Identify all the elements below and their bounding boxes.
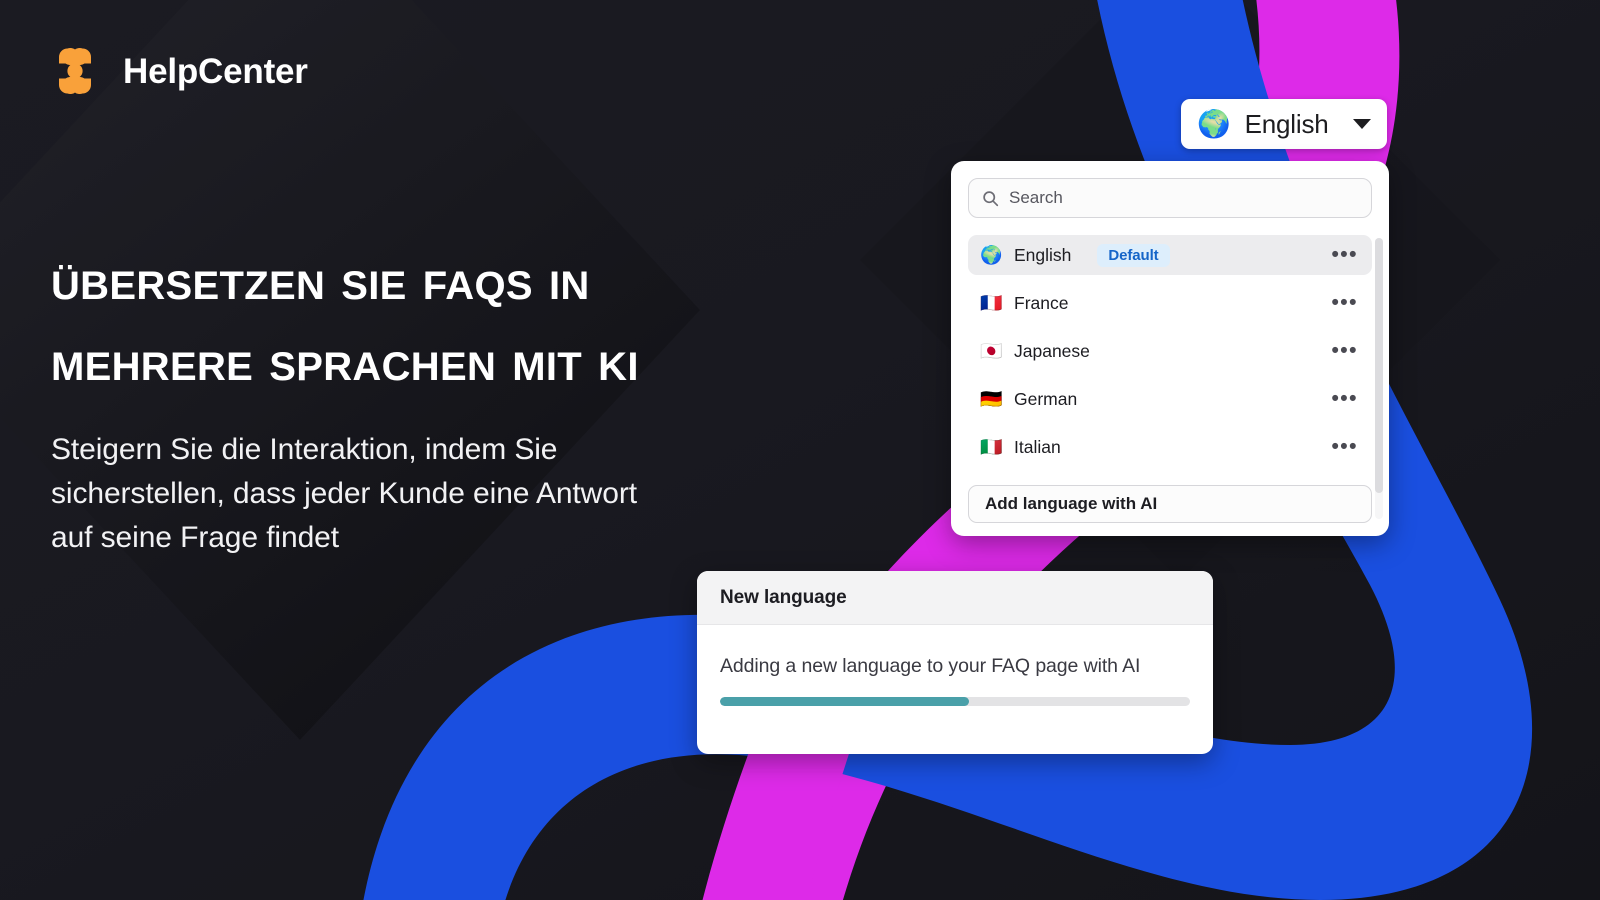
more-options-icon[interactable]: ••• (1331, 244, 1358, 264)
globe-icon: 🌍 (1197, 108, 1231, 139)
scrollbar-thumb[interactable] (1375, 238, 1383, 493)
language-name: France (1014, 292, 1069, 313)
add-language-label: Add language with AI (985, 494, 1158, 513)
search-placeholder: Search (1009, 188, 1063, 207)
progress-bar-fill (720, 697, 970, 706)
language-dropdown-panel: Search 🌍 English Default ••• 🇫🇷 France •… (951, 161, 1389, 536)
language-selector-label: English (1244, 108, 1329, 139)
language-row-japanese[interactable]: 🇯🇵 Japanese ••• (968, 331, 1372, 371)
language-selector-button[interactable]: 🌍 English (1181, 99, 1387, 149)
language-name: German (1014, 388, 1078, 409)
language-row-german[interactable]: 🇩🇪 German ••• (968, 379, 1372, 419)
page-subtitle: Steigern Sie die Interaktion, indem Sie … (51, 432, 637, 555)
language-name: Italian (1014, 436, 1061, 457)
language-row-italian[interactable]: 🇮🇹 Italian ••• (968, 427, 1372, 467)
language-list: 🌍 English Default ••• 🇫🇷 France ••• 🇯🇵 J… (968, 235, 1372, 480)
modal-body: Adding a new language to your FAQ page w… (697, 625, 1213, 706)
status-badge: Default (1097, 243, 1170, 267)
flag-italy-icon: 🇮🇹 (980, 437, 1003, 457)
hero-copy: Übersetzen Sie FAQs in mehrere Sprachen … (51, 240, 671, 560)
modal-message: Adding a new language to your FAQ page w… (720, 655, 1141, 677)
brand-name: HelpCenter (123, 51, 308, 91)
modal-title: New language (720, 586, 847, 608)
search-input[interactable]: Search (968, 178, 1372, 218)
language-name: English (1014, 244, 1072, 265)
modal-header: New language (697, 571, 1213, 625)
flag-japan-icon: 🇯🇵 (980, 341, 1003, 361)
helpcenter-x-petals-logo-icon (59, 48, 91, 94)
chevron-down-icon (1353, 119, 1371, 129)
new-language-modal: New language Adding a new language to yo… (697, 571, 1213, 754)
more-options-icon[interactable]: ••• (1331, 292, 1358, 312)
more-options-icon[interactable]: ••• (1331, 388, 1358, 408)
more-options-icon[interactable]: ••• (1331, 340, 1358, 360)
language-row-english[interactable]: 🌍 English Default ••• (968, 235, 1372, 275)
scrollbar[interactable] (1375, 238, 1383, 519)
add-language-with-ai-button[interactable]: Add language with AI (968, 485, 1372, 523)
search-icon (983, 190, 999, 206)
language-name: Japanese (1014, 340, 1090, 361)
flag-germany-icon: 🇩🇪 (980, 389, 1003, 409)
hero-banner: HelpCenter Übersetzen Sie FAQs in mehrer… (0, 0, 1600, 900)
brand-logo[interactable]: HelpCenter (44, 40, 308, 102)
language-row-france[interactable]: 🇫🇷 France ••• (968, 283, 1372, 323)
flag-france-icon: 🇫🇷 (980, 293, 1003, 313)
more-options-icon[interactable]: ••• (1331, 436, 1358, 456)
page-title: Übersetzen Sie FAQs in mehrere Sprachen … (51, 248, 639, 393)
progress-bar (720, 697, 1190, 706)
globe-icon: 🌍 (980, 245, 1003, 265)
